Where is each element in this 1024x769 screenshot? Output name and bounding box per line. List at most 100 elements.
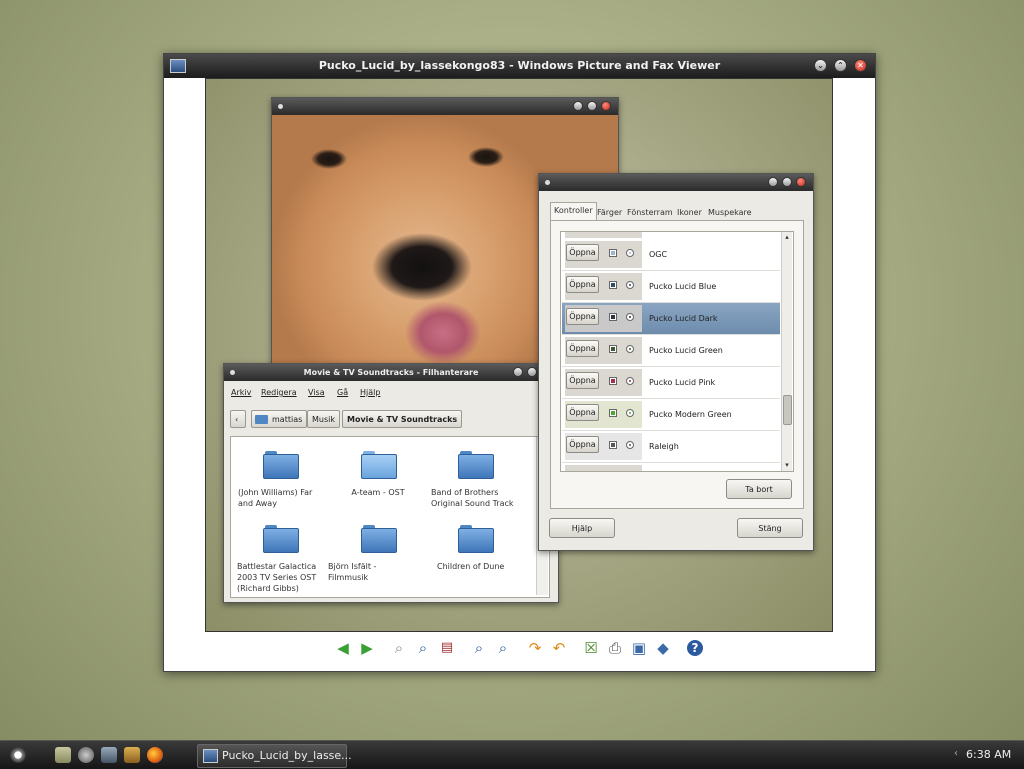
minimize-icon[interactable] [573,101,583,111]
image-window-titlebar[interactable] [272,98,618,115]
menu-redigera[interactable]: Redigera [261,388,297,397]
minimize-icon[interactable] [768,177,778,187]
tab-farger[interactable]: Färger [594,205,625,221]
breadcrumb-musik[interactable]: Musik [307,410,340,428]
radio-preview [626,441,634,449]
viewer-titlebar[interactable]: Pucko_Lucid_by_lassekongo83 - Windows Pi… [164,54,875,78]
next-image-icon[interactable]: ▶ [359,640,375,656]
tab-fonsterram[interactable]: Fönsterram [624,205,676,221]
tab-kontroller[interactable]: Kontroller [550,202,597,222]
lock-icon[interactable] [78,747,94,763]
open-button[interactable]: Öppna [566,372,599,389]
remove-theme-button[interactable]: Ta bort [726,479,792,499]
open-button[interactable]: Öppna [566,244,599,261]
close-icon[interactable] [601,101,611,111]
breadcrumb-mattias[interactable]: mattias [251,410,308,428]
open-button[interactable]: Öppna [566,276,599,293]
menu-arkiv[interactable]: Arkiv [231,388,251,397]
open-button[interactable]: Öppna [566,404,599,421]
folder-icon[interactable] [361,525,397,553]
open-editor-icon[interactable]: ◆ [655,640,671,656]
window-menu-icon[interactable] [230,370,235,375]
checkbox-preview [609,249,617,257]
delete-icon[interactable]: ☒ [583,640,599,656]
tab-muspekare[interactable]: Muspekare [705,205,755,221]
theme-row[interactable]: Öppna Raleigh [562,431,780,463]
theme-list-scrollbar[interactable]: ▴ ▾ [781,232,792,471]
tab-ikoner[interactable]: Ikoner [674,205,705,221]
back-button[interactable]: ‹ [230,410,246,428]
previous-image-icon[interactable]: ◀ [335,640,351,656]
rotate-counterclockwise-icon[interactable]: ↶ [551,640,567,656]
radio-preview [626,409,634,417]
maximize-icon[interactable] [587,101,597,111]
close-dialog-button[interactable]: Stäng [737,518,803,538]
folder-icon[interactable] [263,451,299,479]
theme-row-selected[interactable]: Öppna Pucko Lucid Dark [562,303,780,335]
actual-size-icon[interactable]: ⌕ [415,640,431,656]
radio-preview [626,281,634,289]
tray-expand-icon[interactable]: ‹ [954,748,958,759]
folder-label[interactable]: Band of Brothers Original Sound Track [431,487,521,509]
radio-preview [626,249,634,257]
zoom-out-icon[interactable]: ⌕ [495,640,511,656]
theme-name: OGC [649,250,668,259]
window-menu-icon[interactable] [278,104,283,109]
file-manager-titlebar[interactable]: Movie & TV Soundtracks - Filhanterare [224,364,558,381]
folder-view: (John Williams) Far and Away A-team - OS… [230,436,550,598]
theme-row[interactable]: Öppna Pucko Modern Green [562,399,780,431]
maximize-icon[interactable] [527,367,537,377]
menu-ga[interactable]: Gå [337,388,348,397]
folder-label[interactable]: A-team - OST [333,487,423,498]
scroll-up-icon[interactable]: ▴ [783,233,791,241]
print-icon[interactable]: ⎙ [607,640,623,656]
theme-row[interactable]: Öppna Pucko Lucid Pink [562,367,780,399]
menu-hjalp[interactable]: Hjälp [360,388,380,397]
theme-row[interactable]: Öppna Pucko Lucid Blue [562,271,780,303]
folder-icon[interactable] [458,525,494,553]
folder-label[interactable]: Björn Isfält - Filmmusik [328,561,418,583]
close-button[interactable]: ✕ [854,59,867,72]
theme-row-partial [565,465,642,471]
image-canvas: Movie & TV Soundtracks - Filhanterare Ar… [205,78,833,632]
zoom-in-icon[interactable]: ⌕ [471,640,487,656]
start-orb-icon[interactable] [10,747,26,763]
checkbox-preview [609,409,617,417]
firefox-icon[interactable] [147,747,163,763]
save-icon[interactable]: ▣ [631,640,647,656]
menu-visa[interactable]: Visa [308,388,325,397]
folder-icon[interactable] [361,451,397,479]
window-menu-icon[interactable] [545,180,550,185]
open-button[interactable]: Öppna [566,340,599,357]
scroll-down-icon[interactable]: ▾ [783,461,791,469]
help-button[interactable]: Hjälp [549,518,615,538]
file-manager-icon[interactable] [55,747,71,763]
folder-label[interactable]: (John Williams) Far and Away [238,487,328,509]
maximize-icon[interactable] [782,177,792,187]
scrollbar-thumb[interactable] [783,395,792,425]
theme-row[interactable]: Öppna OGC [562,239,780,271]
slideshow-icon[interactable]: ▤ [439,640,455,656]
theme-dialog-titlebar[interactable] [539,174,813,191]
terminal-icon[interactable] [124,747,140,763]
clock: 6:38 AM [966,748,1012,761]
breadcrumb-current[interactable]: Movie & TV Soundtracks [342,410,463,428]
theme-row-partial [565,232,642,238]
theme-row[interactable]: Öppna Pucko Lucid Green [562,335,780,367]
rotate-clockwise-icon[interactable]: ↷ [527,640,543,656]
taskbar-window-button[interactable]: Pucko_Lucid_by_lasse... [197,744,352,768]
close-icon[interactable] [796,177,806,187]
folder-label[interactable]: Children of Dune [437,561,527,572]
folder-icon[interactable] [263,525,299,553]
open-button[interactable]: Öppna [566,436,599,453]
folder-label[interactable]: Battlestar Galactica 2003 TV Series OST … [237,561,327,594]
best-fit-icon[interactable]: ⌕ [391,640,407,656]
minimize-icon[interactable] [513,367,523,377]
folder-icon[interactable] [458,451,494,479]
minimize-button[interactable]: ⌄ [814,59,827,72]
maximize-button[interactable]: ⌃ [834,59,847,72]
open-button[interactable]: Öppna [566,308,599,325]
viewer-title-text: Pucko_Lucid_by_lassekongo83 - Windows Pi… [318,59,721,72]
help-icon[interactable]: ? [687,640,703,656]
settings-icon[interactable] [101,747,117,763]
